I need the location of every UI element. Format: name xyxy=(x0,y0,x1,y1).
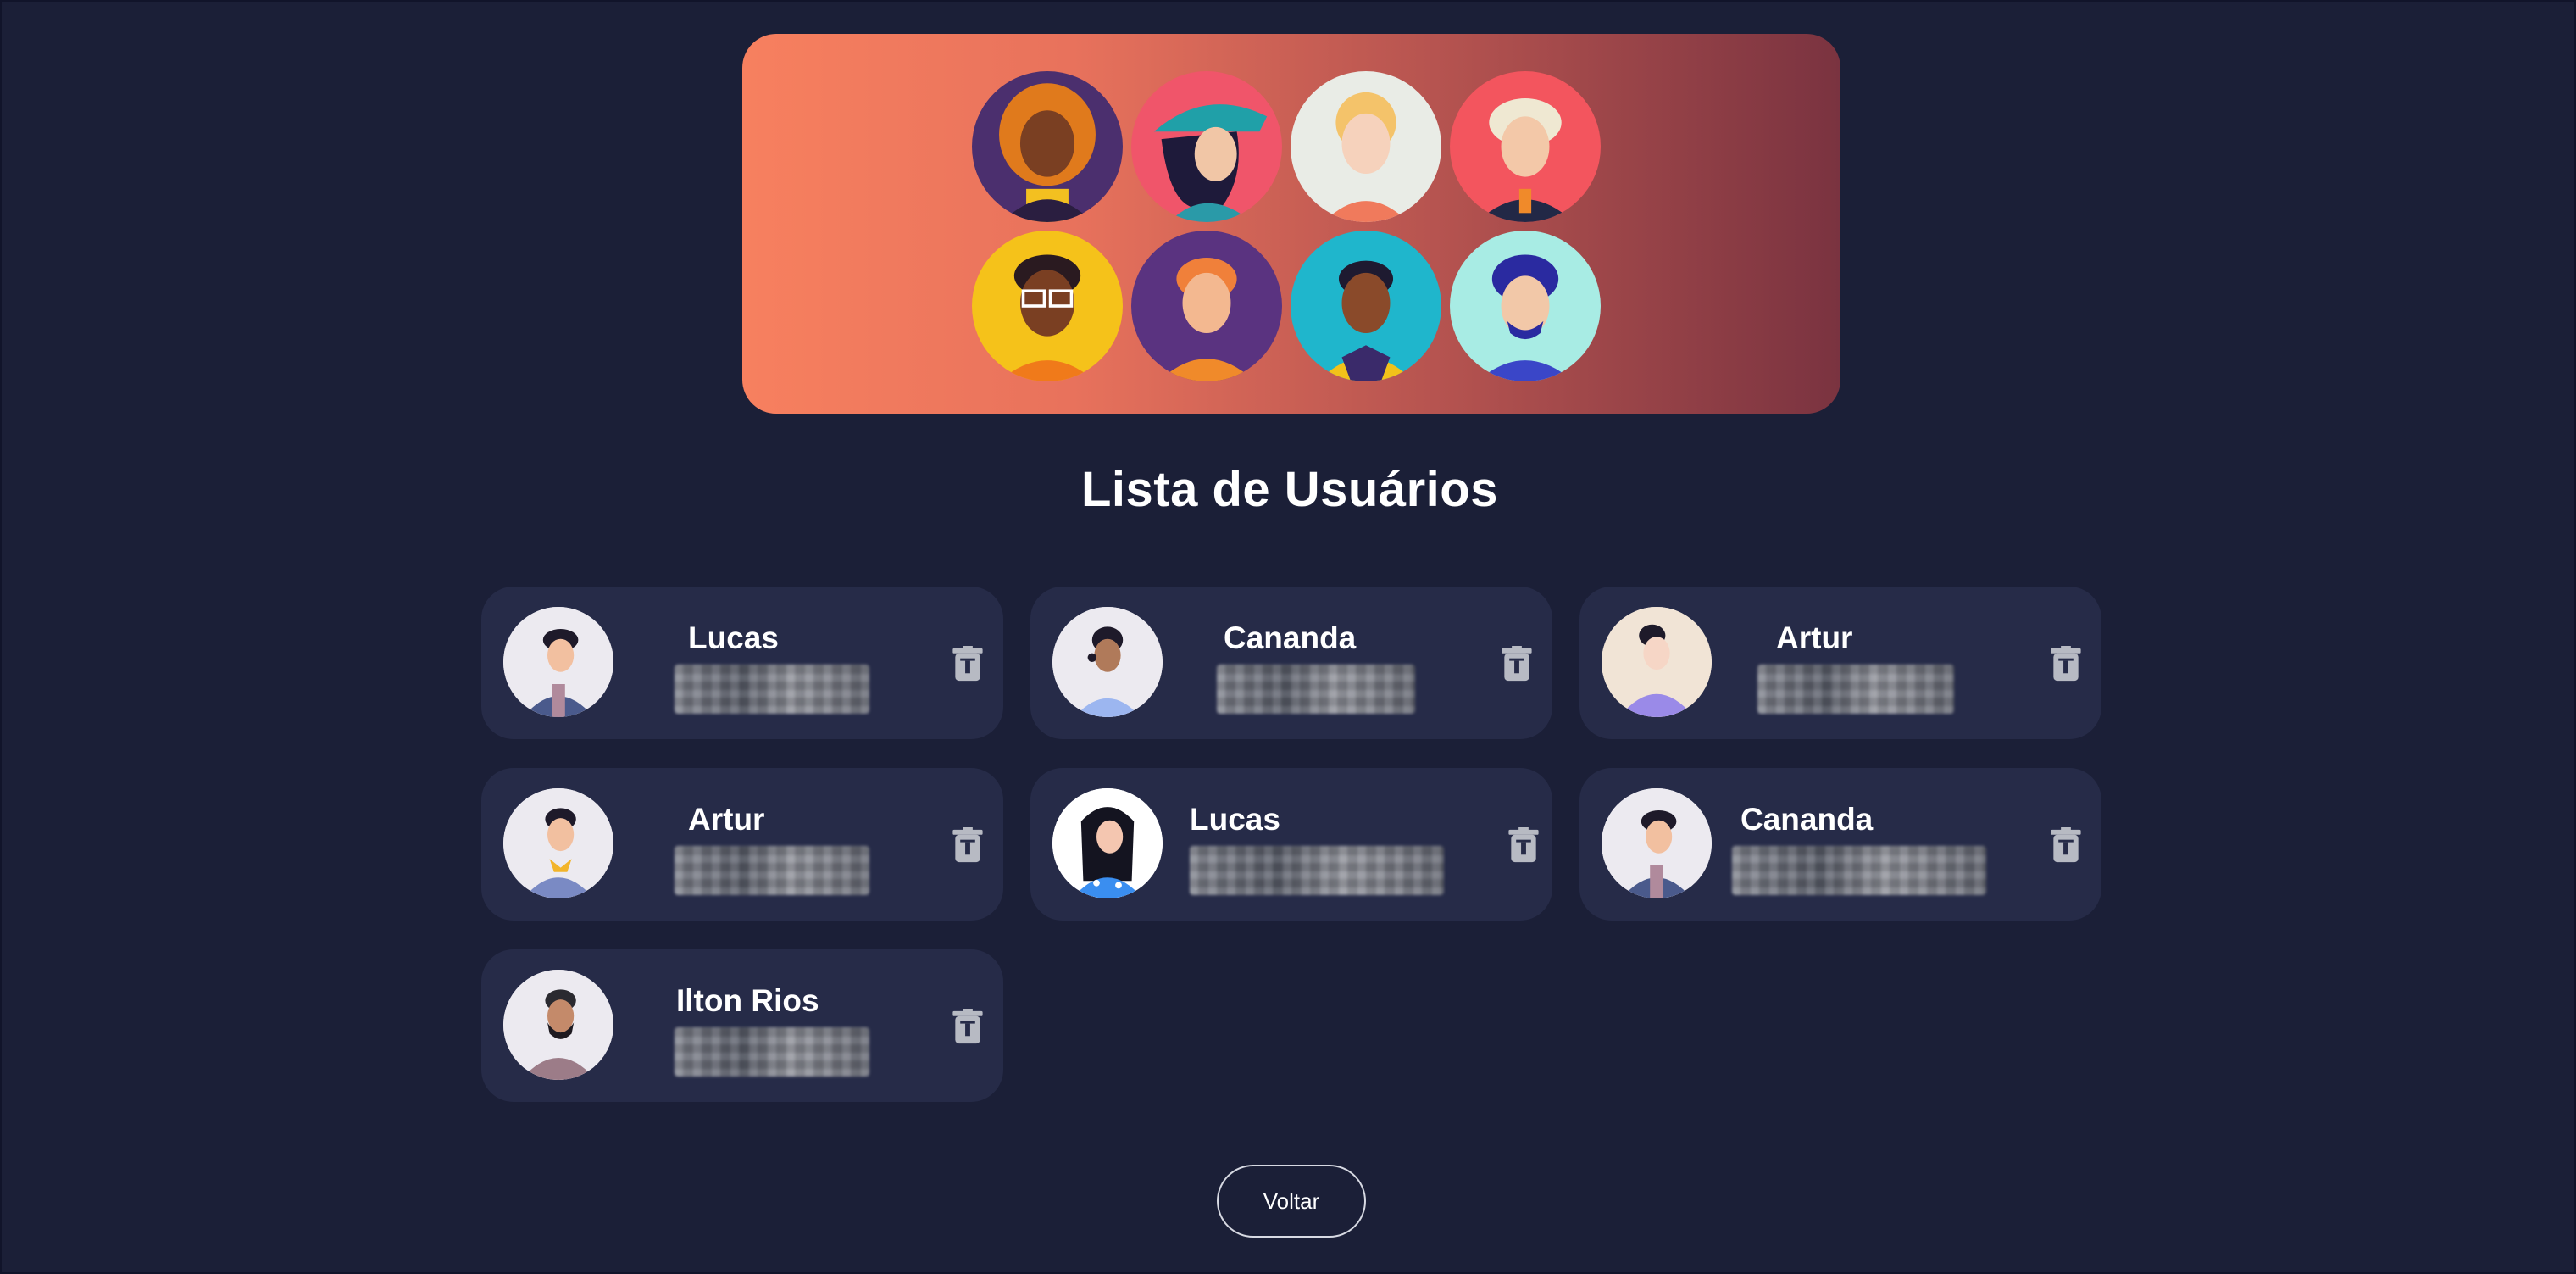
user-avatar-icon xyxy=(1602,788,1712,898)
trash-icon[interactable] xyxy=(1508,827,1539,865)
banner-avatar-man-curly-icon xyxy=(1450,231,1601,381)
user-name: Lucas xyxy=(688,620,779,655)
user-avatar-icon xyxy=(1602,607,1712,717)
user-name: Ilton Rios xyxy=(676,983,819,1018)
banner-avatar-man-ginger-icon xyxy=(1131,231,1282,381)
trash-icon[interactable] xyxy=(1502,646,1532,683)
banner-avatar-woman-hat-icon xyxy=(1131,71,1282,222)
user-card: Cananda xyxy=(1579,768,2101,921)
user-avatar-icon xyxy=(503,788,613,898)
trash-icon[interactable] xyxy=(952,827,983,865)
user-card: Cananda xyxy=(1030,587,1552,739)
user-avatar-icon xyxy=(503,970,613,1080)
trash-icon[interactable] xyxy=(952,646,983,683)
user-card: Lucas xyxy=(481,587,1003,739)
back-button[interactable]: Voltar xyxy=(1217,1165,1366,1238)
user-name: Lucas xyxy=(1190,802,1280,837)
user-email-redacted xyxy=(675,665,869,714)
user-card: Lucas xyxy=(1030,768,1552,921)
user-email-redacted xyxy=(1217,665,1415,714)
user-name: Cananda xyxy=(1224,620,1357,655)
user-email-redacted xyxy=(675,846,869,895)
user-email-redacted xyxy=(1190,846,1444,895)
user-email-redacted xyxy=(1732,846,1986,895)
hero-banner xyxy=(742,34,1840,414)
user-email-redacted xyxy=(675,1027,869,1077)
user-name: Cananda xyxy=(1740,802,1874,837)
trash-icon[interactable] xyxy=(2051,646,2081,683)
banner-avatar-man-jacket-icon xyxy=(1291,231,1441,381)
trash-icon[interactable] xyxy=(952,1009,983,1046)
user-name: Artur xyxy=(688,802,765,837)
banner-avatar-man-glasses-icon xyxy=(972,231,1123,381)
user-card: Ilton Rios xyxy=(481,949,1003,1102)
user-name: Artur xyxy=(1776,620,1853,655)
users-page: Lista de Usuários Lucas Cananda Artur Ar… xyxy=(0,0,2576,1274)
user-avatar-icon xyxy=(503,607,613,717)
user-email-redacted xyxy=(1757,665,1954,714)
page-title: Lista de Usuários xyxy=(1081,462,1498,517)
banner-avatar-woman-blonde-icon xyxy=(1291,71,1441,222)
banner-avatar-man-white-hair-icon xyxy=(1450,71,1601,222)
user-card: Artur xyxy=(1579,587,2101,739)
user-card: Artur xyxy=(481,768,1003,921)
trash-icon[interactable] xyxy=(2051,827,2081,865)
user-avatar-icon xyxy=(1052,607,1163,717)
banner-avatar-woman-curly-icon xyxy=(972,71,1123,222)
user-avatar-icon xyxy=(1052,788,1163,898)
